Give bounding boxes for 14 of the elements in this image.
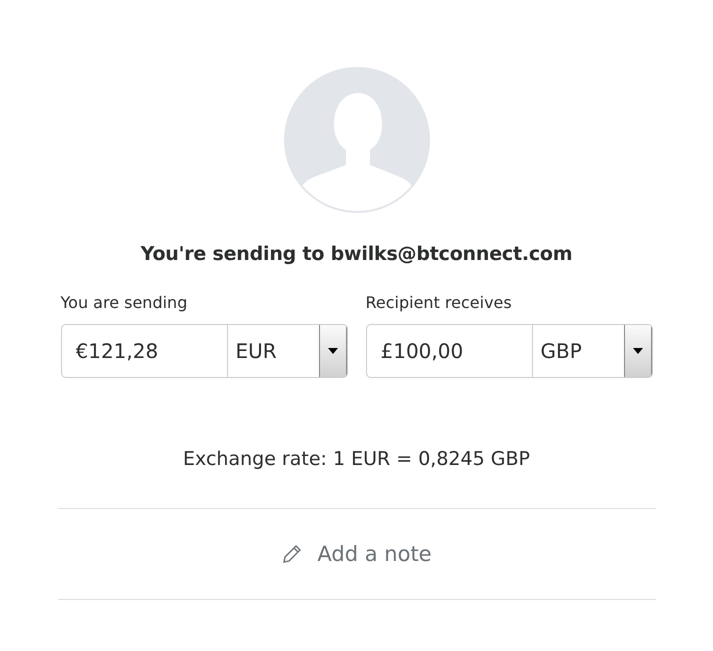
- dropdown-button[interactable]: [318, 325, 346, 377]
- exchange-rate: Exchange rate: 1 EUR = 0,8245 GBP: [183, 448, 530, 470]
- caret-icon: [632, 348, 642, 354]
- currency-select[interactable]: GBP: [532, 324, 652, 378]
- recipient-title: You're sending to bwilks@btconnect.com: [140, 243, 572, 265]
- add-note-link[interactable]: Add a note: [317, 542, 432, 566]
- amount-field[interactable]: £100,00: [366, 324, 532, 378]
- currency-select[interactable]: EUR: [228, 324, 348, 378]
- caret-icon: [328, 348, 338, 354]
- pencil-icon: [281, 543, 304, 565]
- field-label: Recipient receives: [366, 293, 513, 312]
- amount-field[interactable]: €121,28: [60, 324, 228, 378]
- dropdown-button[interactable]: [624, 325, 652, 377]
- field-label: You are sending: [60, 293, 188, 312]
